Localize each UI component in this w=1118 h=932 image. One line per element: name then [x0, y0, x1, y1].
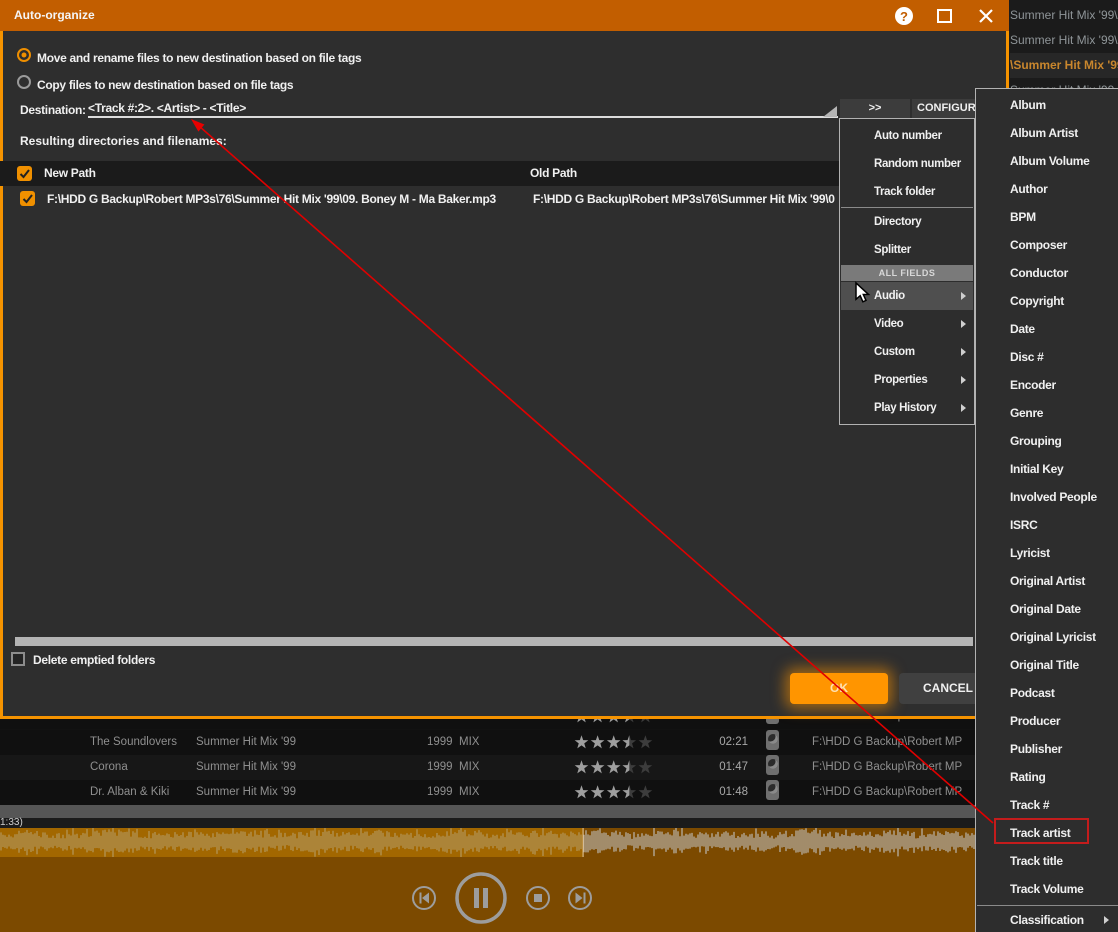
svg-text:?: ?: [900, 9, 908, 24]
